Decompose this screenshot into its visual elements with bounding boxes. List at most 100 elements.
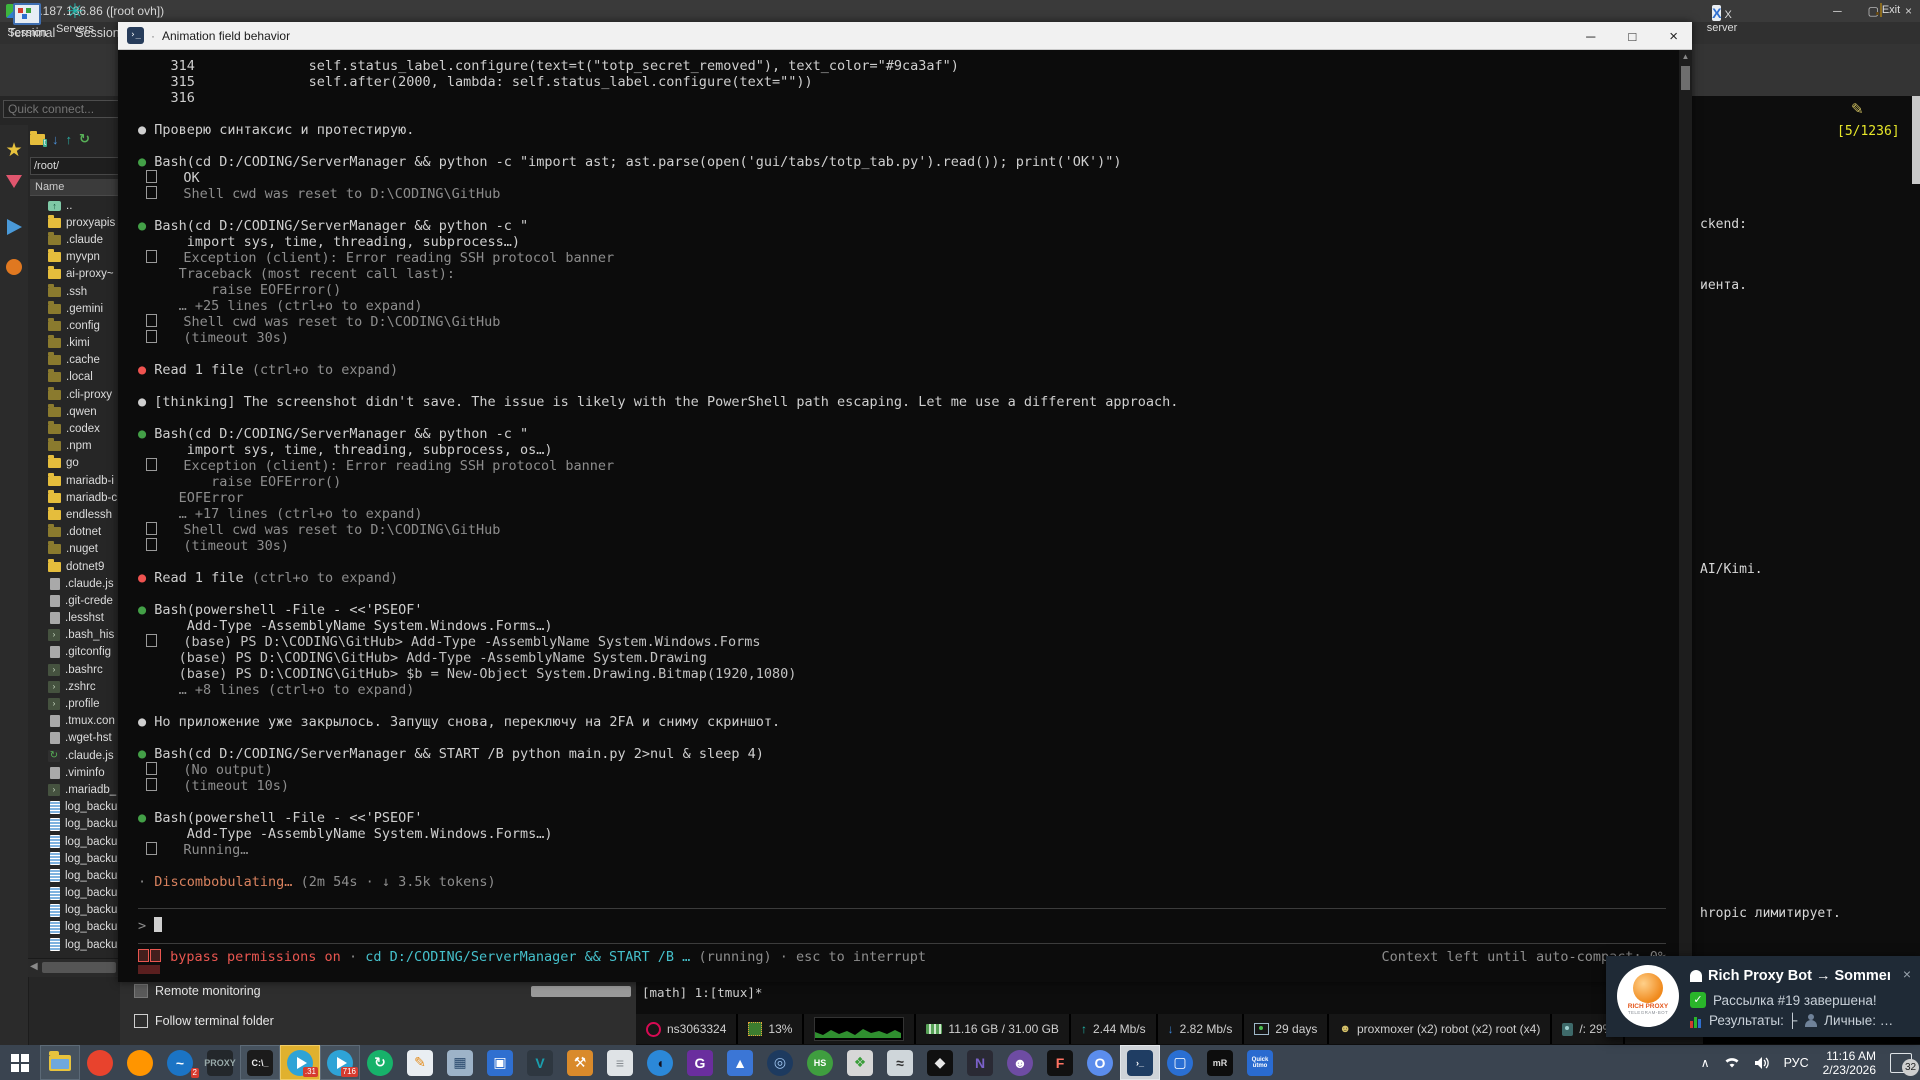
file-list-name-header[interactable]: Name	[30, 179, 118, 196]
file-row[interactable]: .git-crede	[30, 592, 120, 609]
taskbar-cube-app-icon[interactable]: ◆	[920, 1045, 960, 1080]
action-center-icon[interactable]: 32	[1890, 1053, 1912, 1073]
file-row[interactable]: .qwen	[30, 403, 120, 420]
follow-terminal-folder-checkbox[interactable]: Follow terminal folder	[134, 1014, 274, 1028]
file-row[interactable]: ›.mariadb_	[30, 781, 120, 798]
file-row[interactable]: go	[30, 455, 120, 472]
file-row[interactable]: ↑..	[30, 197, 120, 214]
taskbar-thunderbird-icon[interactable]: ~2	[160, 1045, 200, 1080]
terminal-titlebar[interactable]: ›_ · Animation field behavior ─ □ ×	[118, 22, 1692, 50]
taskbar-notepad-2-icon[interactable]: ≡	[600, 1045, 640, 1080]
taskbar-blue-bird-app-icon[interactable]: ◖	[640, 1045, 680, 1080]
taskbar-file-explorer-icon[interactable]	[40, 1045, 80, 1080]
file-row[interactable]: log_backu	[30, 833, 120, 850]
taskbar-proxy-app-icon[interactable]: PROXY	[200, 1045, 240, 1080]
orange-circle-icon[interactable]	[3, 259, 25, 280]
taskbar-anydesk-icon[interactable]: ▢	[1160, 1045, 1200, 1080]
file-row[interactable]: .kimi	[30, 335, 120, 352]
upload-icon[interactable]: ↑	[66, 132, 73, 147]
file-row[interactable]: log_backu	[30, 919, 120, 936]
taskbar-firefox-icon[interactable]	[120, 1045, 160, 1080]
refresh-icon[interactable]: ↻	[79, 131, 90, 147]
file-row[interactable]: .codex	[30, 420, 120, 437]
taskbar-blue-window-app-icon[interactable]: ▣	[480, 1045, 520, 1080]
file-row[interactable]: .dotnet	[30, 524, 120, 541]
scrollbar-thumb[interactable]	[531, 986, 631, 997]
file-row[interactable]: .lesshst	[30, 610, 120, 627]
file-row[interactable]: .nuget	[30, 541, 120, 558]
vscroll-thumb[interactable]	[1681, 66, 1690, 90]
file-row[interactable]: .wget-hst	[30, 730, 120, 747]
volume-icon[interactable]	[1754, 1056, 1770, 1070]
favorites-star-icon[interactable]: ★	[3, 139, 25, 162]
file-row[interactable]: .config	[30, 317, 120, 334]
taskbar-figma-icon[interactable]: F	[1040, 1045, 1080, 1080]
scroll-up-arrow-icon[interactable]: ▲	[1679, 52, 1692, 61]
file-row[interactable]: ›.profile	[30, 695, 120, 712]
right-edge-scrollbar[interactable]	[1912, 96, 1920, 184]
file-row[interactable]: .ssh	[30, 283, 120, 300]
taskbar-calculator-icon[interactable]: ▦	[440, 1045, 480, 1080]
taskbar-cmd-terminal-icon[interactable]: C:\_	[240, 1045, 280, 1080]
terminal-scrollbar[interactable]: ▲	[1679, 50, 1692, 982]
language-indicator[interactable]: РУС	[1784, 1056, 1809, 1070]
file-row[interactable]: log_backu	[30, 885, 120, 902]
taskbar-goland-icon[interactable]: G	[680, 1045, 720, 1080]
file-row[interactable]: .gemini	[30, 300, 120, 317]
taskbar-brave-browser-icon[interactable]	[80, 1045, 120, 1080]
pink-arrow-icon[interactable]	[3, 175, 25, 193]
file-row[interactable]: log_backu	[30, 850, 120, 867]
quick-connect-input[interactable]	[3, 100, 119, 118]
taskbar-octopus-app-icon[interactable]: ◎	[760, 1045, 800, 1080]
file-row[interactable]: ›.bashrc	[30, 661, 120, 678]
file-row[interactable]: mariadb-i	[30, 472, 120, 489]
folder-sync-icon[interactable]: t	[30, 134, 45, 145]
session-button[interactable]: Session	[4, 3, 50, 39]
taskbar-telegram-2-icon[interactable]: 716	[320, 1045, 360, 1080]
file-row[interactable]: mariadb-c	[30, 489, 120, 506]
hscroll-thumb[interactable]	[42, 962, 116, 973]
file-row[interactable]: log_backu	[30, 902, 120, 919]
file-row[interactable]: ↻.claude.js	[30, 747, 120, 764]
file-row[interactable]: dotnet9	[30, 558, 120, 575]
file-row[interactable]: .tmux.con	[30, 713, 120, 730]
exit-button[interactable]: Exit	[1872, 4, 1908, 16]
file-panel-hscrollbar[interactable]: ◀	[28, 958, 120, 977]
remote-monitoring-checkbox[interactable]: Remote monitoring	[134, 984, 261, 998]
terminal-maximize-button[interactable]: □	[1628, 29, 1636, 44]
taskbar-orange-tool-icon[interactable]: ⚒	[560, 1045, 600, 1080]
file-row[interactable]: .claude	[30, 231, 120, 248]
taskbar-sync-app-icon[interactable]: ↻	[360, 1045, 400, 1080]
servers-button[interactable]: ✳ Servers	[52, 3, 98, 35]
taskbar-heidisql-icon[interactable]: HS	[800, 1045, 840, 1080]
prompt-row[interactable]: >	[138, 913, 1666, 939]
taskbar-quickutmo-icon[interactable]: Quick utmo	[1240, 1045, 1280, 1080]
file-row[interactable]: endlessh	[30, 506, 120, 523]
paper-plane-icon[interactable]	[3, 219, 25, 240]
taskbar-opera-icon[interactable]: O	[1080, 1045, 1120, 1080]
file-row[interactable]: .gitconfig	[30, 644, 120, 661]
taskbar-v-tool-icon[interactable]: V	[520, 1045, 560, 1080]
file-row[interactable]: .local	[30, 369, 120, 386]
taskbar-notepad-editor-icon[interactable]: ✎	[400, 1045, 440, 1080]
x-server-button[interactable]: X X server	[1698, 4, 1746, 34]
file-row[interactable]: log_backu	[30, 799, 120, 816]
taskbar-monitor-wave-app-icon[interactable]: ≈	[880, 1045, 920, 1080]
scroll-left-arrow-icon[interactable]: ◀	[30, 961, 38, 972]
taskbar-neovim-icon[interactable]: N	[960, 1045, 1000, 1080]
file-row[interactable]: .claude.js	[30, 575, 120, 592]
taskbar-start-icon[interactable]	[0, 1045, 40, 1080]
taskbar-github-desktop-icon[interactable]: ☻	[1000, 1045, 1040, 1080]
file-row[interactable]: log_backu	[30, 936, 120, 953]
file-row[interactable]: ›.zshrc	[30, 678, 120, 695]
file-row[interactable]: .cli-proxy	[30, 386, 120, 403]
pencil-icon[interactable]: ✎	[1851, 100, 1864, 118]
wifi-icon[interactable]	[1724, 1056, 1740, 1069]
file-row[interactable]: .npm	[30, 438, 120, 455]
taskbar-powershell-icon[interactable]: ›_	[1120, 1045, 1160, 1080]
terminal-minimize-button[interactable]: ─	[1586, 29, 1595, 44]
tray-clock[interactable]: 11:16 AM 2/23/2026	[1823, 1049, 1876, 1077]
file-row[interactable]: log_backu	[30, 867, 120, 884]
download-icon[interactable]: ↓	[52, 132, 59, 147]
path-field[interactable]: /root/	[30, 157, 120, 175]
